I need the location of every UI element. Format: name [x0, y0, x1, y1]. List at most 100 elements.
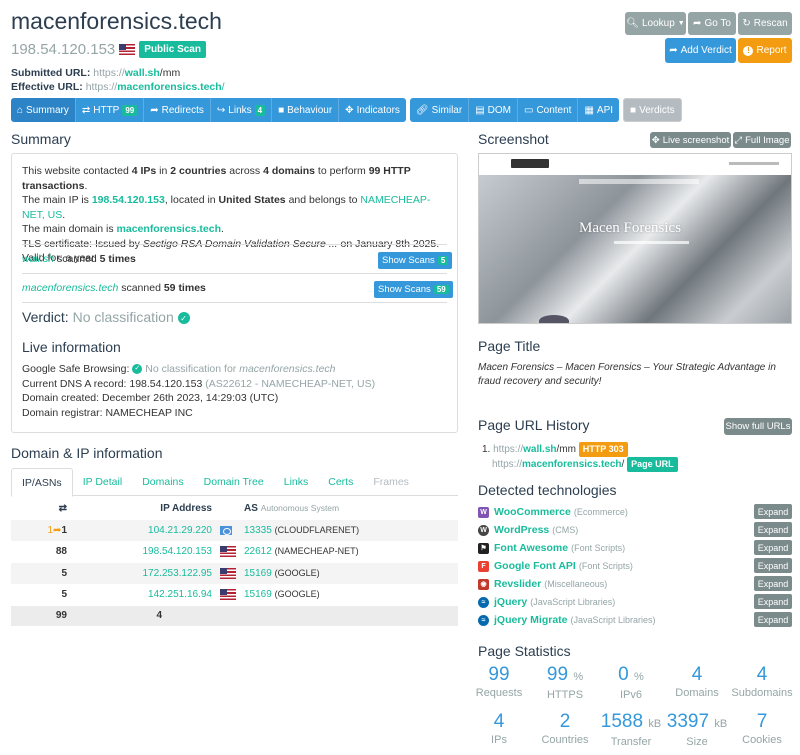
tab-indicators[interactable]: ✥ Indicators: [339, 98, 406, 122]
exchange-icon: ⇄: [58, 503, 67, 515]
report-button[interactable]: ! Report: [738, 38, 792, 63]
stat-https: 99 % HTTPS: [546, 664, 584, 701]
tab-http[interactable]: ⇄ HTTP 99: [75, 98, 145, 122]
result-tabs: ⌂ Summary ⇄ HTTP 99 ➦ Redirects ↪ Links 4 ■ Beh…: [11, 98, 682, 122]
stat-countries: 2 Countries: [541, 711, 589, 746]
subtab-certs[interactable]: Certs: [318, 468, 363, 496]
subtab-domains[interactable]: Domains: [132, 468, 193, 496]
expand-button[interactable]: Expand: [754, 504, 792, 519]
full-image-button[interactable]: ⤢ Full Image: [733, 132, 791, 148]
expand-button[interactable]: Expand: [754, 576, 792, 591]
history-url-link[interactable]: wall.sh: [523, 444, 556, 455]
show-full-urls-button[interactable]: Show full URLs: [724, 418, 792, 435]
tech-link[interactable]: jQuery: [494, 596, 527, 608]
main-domain-link[interactable]: macenforensics.tech: [117, 223, 221, 235]
stat-cookies: 7 Cookies: [742, 711, 782, 746]
tab-summary[interactable]: ⌂ Summary: [11, 98, 76, 122]
us-flag-icon: [220, 546, 236, 558]
screenshot-site-header: [479, 154, 791, 185]
subtab-ip-detail[interactable]: IP Detail: [73, 468, 133, 496]
ip-link[interactable]: 198.54.120.153: [142, 546, 212, 557]
goto-button[interactable]: ➦ Go To: [688, 12, 736, 35]
tab-links[interactable]: ↪ Links 4: [210, 98, 273, 122]
expand-button[interactable]: Expand: [754, 612, 792, 627]
us-flag-icon: [220, 567, 236, 579]
asn-link[interactable]: 13335: [244, 525, 272, 536]
scan-domain-link[interactable]: wall.sh: [22, 253, 54, 265]
tech-row: ◉ Revslider (Miscellaneous) Expand: [478, 576, 792, 592]
tech-link[interactable]: Font Awesome: [494, 542, 568, 554]
google-font-icon: F: [478, 560, 489, 572]
asn-link[interactable]: 15169: [244, 589, 272, 600]
subtab-frames: Frames: [373, 476, 409, 488]
comment-icon: ■: [630, 104, 637, 116]
check-circle-icon: ✓: [177, 312, 190, 325]
stat-domains: 4 Domains: [675, 664, 719, 699]
tech-link[interactable]: Revslider: [494, 578, 541, 590]
link-icon: 🔗︎: [415, 104, 429, 116]
ip-link[interactable]: 142.251.16.94: [148, 589, 212, 600]
tab-similar[interactable]: 🔗︎ Similar: [409, 98, 470, 122]
history-url-link[interactable]: macenforensics.tech: [522, 459, 622, 470]
tab-behaviour[interactable]: ■ Behaviour: [272, 98, 340, 122]
scan-domain-link[interactable]: macenforensics.tech: [22, 282, 118, 294]
url-history-heading: Page URL History: [478, 417, 590, 433]
tech-link[interactable]: WooCommerce: [494, 506, 571, 518]
us-flag-icon: [220, 589, 236, 601]
tab-api[interactable]: ▦ API: [578, 98, 620, 122]
table-row: 5 172.253.122.95 15169 (GOOGLE): [11, 562, 458, 584]
jquery-icon: ≈: [478, 596, 489, 608]
tech-link[interactable]: jQuery Migrate: [494, 614, 568, 626]
main-ip-link[interactable]: 198.54.120.153: [92, 194, 165, 206]
subtab-domain-tree[interactable]: Domain Tree: [194, 468, 274, 496]
asn-link[interactable]: 15169: [244, 568, 272, 579]
lookup-button[interactable]: 🔍︎ Lookup ▼: [625, 12, 686, 35]
submitted-url-link[interactable]: wall.sh: [125, 67, 160, 79]
flag-icon: ⚑: [478, 542, 489, 554]
tech-link[interactable]: Google Font API: [494, 560, 576, 572]
table-row: 1➦1 104.21.29.220 13335 (CLOUDFLARENET): [11, 519, 458, 541]
list-icon: ▤: [475, 104, 485, 116]
add-verdict-button[interactable]: ➦ Add Verdict: [665, 38, 736, 63]
jquery-icon: ≈: [478, 614, 489, 626]
stat-ipv6: 0 % IPv6: [618, 664, 644, 701]
page-title: macenforensics.tech: [11, 8, 222, 34]
screenshot-heading: Screenshot: [478, 131, 549, 147]
subtab-ip-asns[interactable]: IP/ASNs: [11, 468, 73, 497]
page-title-value: Macen Forensics – Macen Forensics – Your…: [478, 362, 776, 387]
tab-redirects[interactable]: ➦ Redirects: [144, 98, 211, 122]
show-scans-button[interactable]: Show Scans 5: [378, 252, 453, 269]
screenshot-image[interactable]: Macen Forensics: [478, 153, 792, 324]
show-scans-button[interactable]: Show Scans 59: [374, 281, 453, 298]
tab-dom[interactable]: ▤ DOM: [469, 98, 518, 122]
rescan-button[interactable]: ↻ Rescan: [738, 12, 792, 35]
ip-link[interactable]: 104.21.29.220: [148, 525, 212, 536]
table-row: 88 198.54.120.153 22612 (NAMECHEAP-NET): [55, 546, 359, 558]
main-ip-line: 198.54.120.153 Public Scan: [11, 40, 206, 58]
ip-link[interactable]: 172.253.122.95: [142, 568, 212, 579]
expand-button[interactable]: Expand: [754, 522, 792, 537]
effective-url-link[interactable]: macenforensics.tech: [117, 81, 221, 93]
share-icon: ➦: [150, 104, 159, 116]
expand-icon: ⤢: [734, 134, 743, 146]
tech-row: W WooCommerce (Ecommerce) Expand: [478, 504, 792, 520]
file-icon: ▭: [523, 104, 534, 116]
asn-link[interactable]: 22612: [244, 546, 272, 557]
verdict: Verdict: No classification ✓: [22, 309, 190, 325]
submitted-url: Submitted URL: https://wall.sh/mm: [11, 67, 181, 79]
expand-button[interactable]: Expand: [754, 540, 792, 555]
exclamation-icon: !: [743, 45, 754, 56]
woocommerce-icon: W: [478, 506, 489, 518]
tech-link[interactable]: WordPress: [494, 524, 549, 536]
tab-verdicts[interactable]: ■ Verdicts: [623, 98, 682, 122]
tab-content[interactable]: ▭ Content: [517, 98, 579, 122]
expand-button[interactable]: Expand: [754, 594, 792, 609]
un-flag-icon: [220, 525, 232, 535]
stat-size: 3397 kB Size: [666, 711, 728, 748]
technologies-heading: Detected technologies: [478, 482, 617, 498]
subtab-links[interactable]: Links: [274, 468, 319, 496]
expand-button[interactable]: Expand: [754, 558, 792, 573]
live-screenshot-button[interactable]: ✥ Live screenshot: [650, 132, 731, 148]
domain-ip-heading: Domain & IP information: [11, 445, 163, 461]
crosshair-icon: ✥: [651, 134, 660, 146]
